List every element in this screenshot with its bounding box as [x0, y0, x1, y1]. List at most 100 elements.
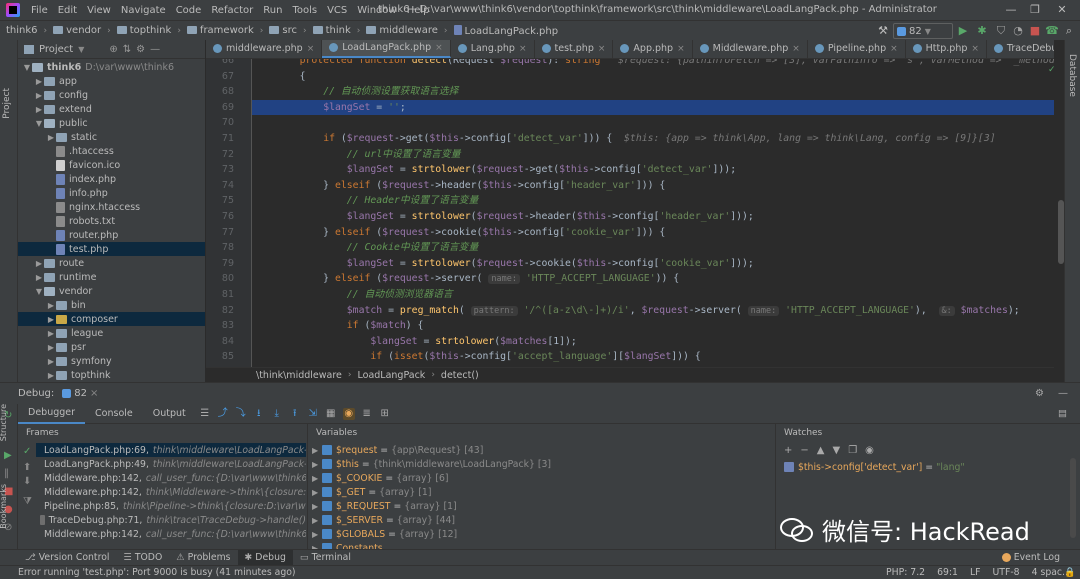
- step-over-icon[interactable]: ⤵: [235, 408, 247, 420]
- run-to-cursor-icon[interactable]: ⇲: [307, 408, 319, 420]
- stack-frame[interactable]: LoadLangPack.php:69, think\middleware\Loa…: [36, 443, 306, 457]
- tree-item[interactable]: favicon.ico: [18, 158, 205, 172]
- collapsed-arrow-icon[interactable]: ▶: [312, 446, 322, 455]
- code-line[interactable]: if ($request->get($this->config['detect_…: [276, 131, 995, 147]
- variable-row[interactable]: ▶ $_COOKIE = {array} [6]: [312, 471, 772, 485]
- project-tool-tab[interactable]: Project: [2, 88, 12, 119]
- settings-gear-icon[interactable]: ⚙: [136, 44, 145, 55]
- search-everywhere-icon[interactable]: ⌕: [1062, 24, 1076, 38]
- settings-list-icon[interactable]: ≣: [361, 408, 373, 420]
- layout-icon[interactable]: ☰: [199, 408, 211, 420]
- menu-item-vcs[interactable]: VCS: [322, 5, 352, 16]
- menu-item-file[interactable]: File: [26, 5, 53, 16]
- collapse-icon[interactable]: ⇅: [123, 44, 131, 55]
- tree-item[interactable]: ▶ extend: [18, 102, 205, 116]
- tree-item[interactable]: ▶ symfony: [18, 354, 205, 368]
- tree-item[interactable]: ▶ topthink: [18, 368, 205, 382]
- event-log-button[interactable]: Event Log: [1001, 552, 1060, 563]
- tab-console[interactable]: Console: [85, 404, 143, 424]
- watches-toggle-icon[interactable]: ◉: [342, 407, 355, 420]
- step-into-icon[interactable]: ⭳: [253, 408, 265, 420]
- tree-item[interactable]: ▶ app: [18, 74, 205, 88]
- tab-debugger[interactable]: Debugger: [18, 404, 86, 424]
- structure-tool-tab[interactable]: Structure: [0, 404, 8, 441]
- show-execution-point-icon[interactable]: ⤴: [217, 408, 229, 420]
- editor-tab[interactable]: test.php ×: [535, 40, 614, 58]
- profile-icon[interactable]: ◔: [1011, 24, 1025, 38]
- frame-down-icon[interactable]: ⬇: [23, 476, 31, 487]
- close-tab-icon[interactable]: ×: [519, 44, 527, 54]
- layout-settings-icon[interactable]: ▤: [1058, 408, 1067, 419]
- stack-frame[interactable]: LoadLangPack.php:49, think\middleware\Loa…: [36, 457, 306, 471]
- tree-item[interactable]: ▼ vendor: [18, 284, 205, 298]
- editor-tab[interactable]: middleware.php ×: [206, 40, 323, 58]
- coverage-icon[interactable]: ⛉: [994, 24, 1008, 38]
- tree-item[interactable]: robots.txt: [18, 214, 205, 228]
- code-line[interactable]: // Cookie中设置了语言变量: [276, 240, 478, 256]
- debug-icon[interactable]: ✱: [975, 24, 989, 38]
- minimize-icon[interactable]: —: [1004, 3, 1018, 17]
- tool-tab-version-control[interactable]: ⎇ Version Control: [18, 550, 116, 566]
- cursor-position[interactable]: 69:1: [937, 567, 958, 578]
- settings-gear-icon[interactable]: ⚙: [1035, 388, 1044, 399]
- remove-watch-icon[interactable]: −: [800, 445, 808, 456]
- close-tab-icon[interactable]: ×: [435, 43, 443, 53]
- chevron-down-icon[interactable]: ▼: [78, 45, 84, 54]
- run-icon[interactable]: ▶: [956, 24, 970, 38]
- bookmarks-tool-tab[interactable]: Bookmarks: [0, 484, 8, 529]
- menu-item-refactor[interactable]: Refactor: [206, 5, 258, 16]
- watch-item[interactable]: $this->config['detect_var'] = "lang": [784, 460, 965, 474]
- restore-layout-icon[interactable]: ⊞: [379, 408, 391, 420]
- listen-debug-icon[interactable]: ☎: [1045, 24, 1059, 38]
- tree-item[interactable]: ▼ public: [18, 116, 205, 130]
- line-ending[interactable]: LF: [970, 567, 981, 578]
- editor-breadcrumb-item[interactable]: LoadLangPack: [358, 370, 426, 381]
- variable-row[interactable]: ▶ $_GET = {array} [1]: [312, 485, 772, 499]
- stack-frame[interactable]: TraceDebug.php:71, think\trace\TraceDebug…: [36, 513, 306, 527]
- breadcrumb-item[interactable]: framework: [186, 25, 254, 36]
- breadcrumb-item[interactable]: think6: [6, 25, 38, 36]
- stop-icon[interactable]: ■: [1028, 24, 1042, 38]
- editor-tab[interactable]: Lang.php ×: [451, 40, 535, 58]
- editor-tab[interactable]: App.php ×: [613, 40, 693, 58]
- resume-icon[interactable]: ▶: [4, 450, 12, 461]
- menu-item-navigate[interactable]: Navigate: [116, 5, 171, 16]
- close-tab-icon[interactable]: ×: [890, 44, 898, 54]
- code-line[interactable]: $langSet = strtolower($matches[1]);: [276, 334, 576, 350]
- build-hammer-icon[interactable]: ⚒: [876, 24, 890, 38]
- code-line[interactable]: } elseif ($request->header($this->config…: [276, 178, 665, 194]
- variable-row[interactable]: ▶ $this = {think\middleware\LoadLangPack} […: [312, 457, 772, 471]
- stack-frame[interactable]: Middleware.php:142, call_user_func:{D:\va…: [36, 527, 306, 541]
- frame-up-icon[interactable]: ⬆: [23, 462, 31, 473]
- breadcrumb-item[interactable]: LoadLangPack.php: [453, 24, 558, 37]
- breadcrumb-item[interactable]: src: [269, 25, 297, 36]
- close-tab-icon[interactable]: ×: [792, 44, 800, 54]
- breadcrumb-item[interactable]: vendor: [53, 25, 101, 36]
- editor-tab[interactable]: TraceDebug.php×: [987, 40, 1054, 58]
- variable-row[interactable]: ▶ $_SERVER = {array} [44]: [312, 513, 772, 527]
- php-version[interactable]: PHP: 7.2: [886, 567, 925, 578]
- collapsed-arrow-icon[interactable]: ▶: [312, 530, 322, 539]
- tab-output[interactable]: Output: [143, 404, 196, 424]
- file-encoding[interactable]: UTF-8: [993, 567, 1020, 578]
- code-line[interactable]: // url中设置了语言变量: [276, 147, 461, 163]
- collapsed-arrow-icon[interactable]: ▶: [312, 516, 322, 525]
- code-line[interactable]: if ($match) {: [276, 318, 424, 334]
- tree-item[interactable]: ▶ runtime: [18, 270, 205, 284]
- editor-tab[interactable]: Http.php ×: [906, 40, 987, 58]
- tool-tab-debug[interactable]: ✱ Debug: [237, 549, 293, 566]
- collapsed-arrow-icon[interactable]: ▶: [312, 460, 322, 469]
- code-line[interactable]: if (isset($this->config['accept_language…: [276, 349, 700, 365]
- menu-item-run[interactable]: Run: [258, 5, 287, 16]
- collapsed-arrow-icon[interactable]: ▶: [312, 502, 322, 511]
- stack-frame[interactable]: Middleware.php:142, think\Middleware->thi…: [36, 485, 306, 499]
- breadcrumb-item[interactable]: think: [312, 25, 351, 36]
- hide-panel-icon[interactable]: —: [1058, 388, 1068, 399]
- code-line[interactable]: $langSet = strtolower($request->cookie($…: [276, 256, 754, 272]
- code-line[interactable]: // Header中设置了语言变量: [276, 193, 478, 209]
- breadcrumb-item[interactable]: topthink: [116, 25, 171, 36]
- hide-panel-icon[interactable]: —: [150, 44, 160, 55]
- restore-icon[interactable]: ❐: [1028, 3, 1042, 17]
- filter-frames-icon[interactable]: ⧩: [23, 496, 32, 507]
- close-session-icon[interactable]: ×: [90, 388, 98, 399]
